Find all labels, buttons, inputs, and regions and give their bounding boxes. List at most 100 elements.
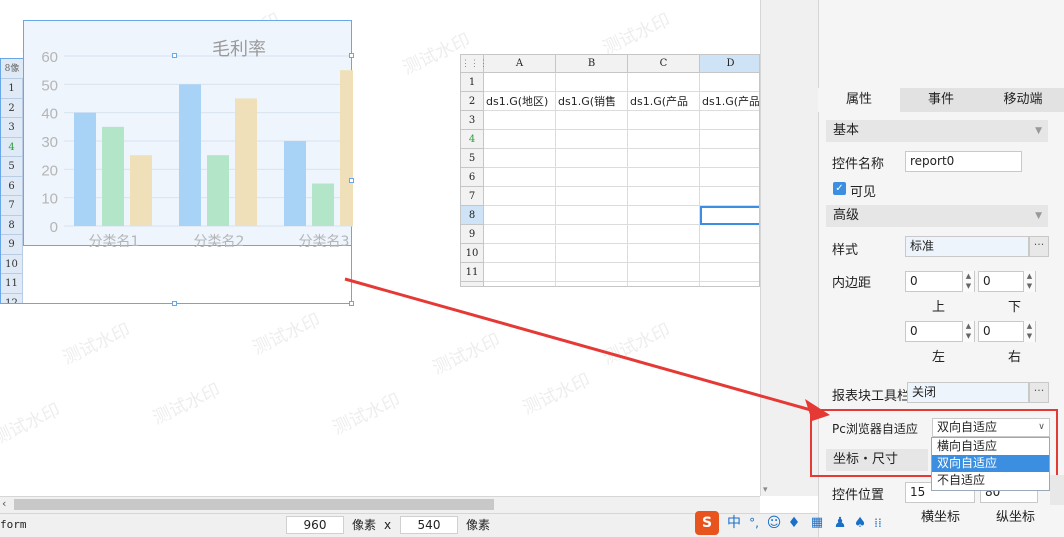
stepper-icon[interactable]: ▲ ▼: [1023, 271, 1035, 292]
stepper-icon[interactable]: ▲ ▼: [1023, 321, 1035, 342]
sheet-cell[interactable]: [556, 111, 628, 130]
resize-handle[interactable]: [349, 178, 354, 183]
sheet-cell[interactable]: [484, 282, 556, 286]
row-header[interactable]: 10: [1, 254, 23, 274]
sheet-cell[interactable]: [700, 244, 759, 263]
panel-scrollbar[interactable]: [1050, 475, 1064, 505]
chart-widget[interactable]: 0 10 20 30 40 50 60 毛利率 分类名1 分类名2 分类名3: [23, 20, 362, 250]
sheet-cell[interactable]: [700, 225, 759, 244]
sheet-cell[interactable]: [700, 187, 759, 206]
lang-toggle[interactable]: 中: [725, 511, 743, 535]
row-header[interactable]: 9: [461, 225, 484, 244]
sheet-cell[interactable]: [628, 263, 700, 282]
grid-icon[interactable]: ⁞⁞: [871, 511, 885, 535]
col-header[interactable]: C: [628, 55, 700, 73]
tab-properties[interactable]: 属性: [818, 88, 900, 112]
widget-name-input[interactable]: report0: [905, 151, 1022, 172]
sheet-cell[interactable]: [556, 187, 628, 206]
row-header[interactable]: 8: [1, 215, 23, 235]
report-sheet[interactable]: ⋮⋮⋮ A B C D 1 2 ds1.G(地区) ds1.G(销售 ds1.G(产品 d…: [460, 54, 760, 287]
row-header[interactable]: 6: [461, 168, 484, 187]
sheet-cell[interactable]: [484, 130, 556, 149]
style-input[interactable]: 标准: [905, 236, 1029, 257]
ellipsis-button[interactable]: ···: [1029, 382, 1049, 403]
row-header[interactable]: 1: [461, 73, 484, 92]
punct-toggle[interactable]: °,: [745, 511, 763, 535]
chevron-down-icon[interactable]: ∨: [1034, 419, 1049, 436]
sheet-cell[interactable]: ds1.G(地区): [484, 92, 556, 111]
sheet-cell[interactable]: [484, 111, 556, 130]
row-header[interactable]: 8: [461, 206, 484, 225]
stepper-icon[interactable]: ▲ ▼: [962, 271, 974, 292]
sheet-cell[interactable]: [700, 263, 759, 282]
row-header[interactable]: 2: [1, 98, 23, 118]
sheet-cell[interactable]: [628, 168, 700, 187]
sheet-cell[interactable]: [700, 168, 759, 187]
row-header[interactable]: 7: [1, 196, 23, 216]
row-header[interactable]: 3: [1, 118, 23, 138]
row-header[interactable]: 4: [1, 137, 23, 157]
row-header[interactable]: 11: [1, 274, 23, 294]
row-header[interactable]: 1: [1, 79, 23, 99]
sheet-cell[interactable]: [628, 244, 700, 263]
mic-icon[interactable]: ♦: [785, 511, 803, 535]
visible-checkbox[interactable]: ✓: [833, 182, 846, 195]
ellipsis-button[interactable]: ···: [1029, 236, 1049, 257]
smile-icon[interactable]: ☺: [765, 511, 783, 535]
resize-handle[interactable]: [349, 53, 354, 58]
sheet-cell[interactable]: [484, 244, 556, 263]
row-header[interactable]: 2: [461, 92, 484, 111]
row-header[interactable]: 11: [461, 263, 484, 282]
stepper-icon[interactable]: ▲ ▼: [962, 321, 974, 342]
row-header[interactable]: 5: [461, 149, 484, 168]
row-header[interactable]: 3: [461, 111, 484, 130]
sheet-cell[interactable]: [628, 130, 700, 149]
resize-handle[interactable]: [172, 301, 177, 306]
sheet-cell[interactable]: [628, 187, 700, 206]
tab-events[interactable]: 事件: [900, 88, 982, 112]
tab-mobile[interactable]: 移动端: [982, 88, 1064, 112]
sheet-cell[interactable]: [484, 225, 556, 244]
sheet-cell[interactable]: [484, 149, 556, 168]
dropdown-option[interactable]: 不自适应: [932, 472, 1049, 489]
sheet-cell[interactable]: [556, 149, 628, 168]
sheet-cell[interactable]: [484, 73, 556, 92]
sheet-cell[interactable]: [556, 244, 628, 263]
resize-handle[interactable]: [349, 301, 354, 306]
row-header[interactable]: 12: [1, 293, 23, 303]
sheet-cell[interactable]: [484, 206, 556, 225]
row-header[interactable]: 10: [461, 244, 484, 263]
sheet-cell[interactable]: [484, 187, 556, 206]
user-icon[interactable]: ♟: [831, 511, 849, 535]
row-header[interactable]: 4: [461, 130, 484, 149]
sheet-cell[interactable]: [556, 206, 628, 225]
height-input[interactable]: 540: [400, 516, 458, 534]
sheet-cell[interactable]: [628, 206, 700, 225]
sheet-cell[interactable]: [484, 168, 556, 187]
sheet-cell[interactable]: ds1.G(销售: [556, 92, 628, 111]
sheet-cell[interactable]: [628, 282, 700, 286]
row-header[interactable]: 6: [1, 176, 23, 196]
sheet-cell[interactable]: [700, 111, 759, 130]
col-header[interactable]: B: [556, 55, 628, 73]
col-header[interactable]: A: [484, 55, 556, 73]
sheet-cell[interactable]: ds1.G(产品: [700, 92, 759, 111]
sogou-logo[interactable]: S: [695, 511, 719, 535]
sheet-cell[interactable]: [700, 149, 759, 168]
sheet-cell[interactable]: [484, 263, 556, 282]
section-advanced[interactable]: 高级 ▼: [826, 205, 1048, 227]
resize-handle[interactable]: [172, 53, 177, 58]
row-header[interactable]: 12: [461, 282, 484, 286]
sheet-cell[interactable]: ds1.G(产品: [628, 92, 700, 111]
sheet-cell[interactable]: [700, 73, 759, 92]
scroll-thumb[interactable]: [14, 499, 494, 510]
row-header[interactable]: 7: [461, 187, 484, 206]
sheet-cell[interactable]: [556, 225, 628, 244]
keyboard-icon[interactable]: ▦: [807, 511, 827, 535]
chevron-down-icon[interactable]: ▾: [763, 485, 768, 495]
dropdown-option[interactable]: 横向自适应: [932, 438, 1049, 455]
sheet-cell[interactable]: [700, 130, 759, 149]
dropdown-option-selected[interactable]: 双向自适应: [932, 455, 1049, 472]
sheet-cell[interactable]: [628, 149, 700, 168]
sheet-cell[interactable]: [556, 168, 628, 187]
